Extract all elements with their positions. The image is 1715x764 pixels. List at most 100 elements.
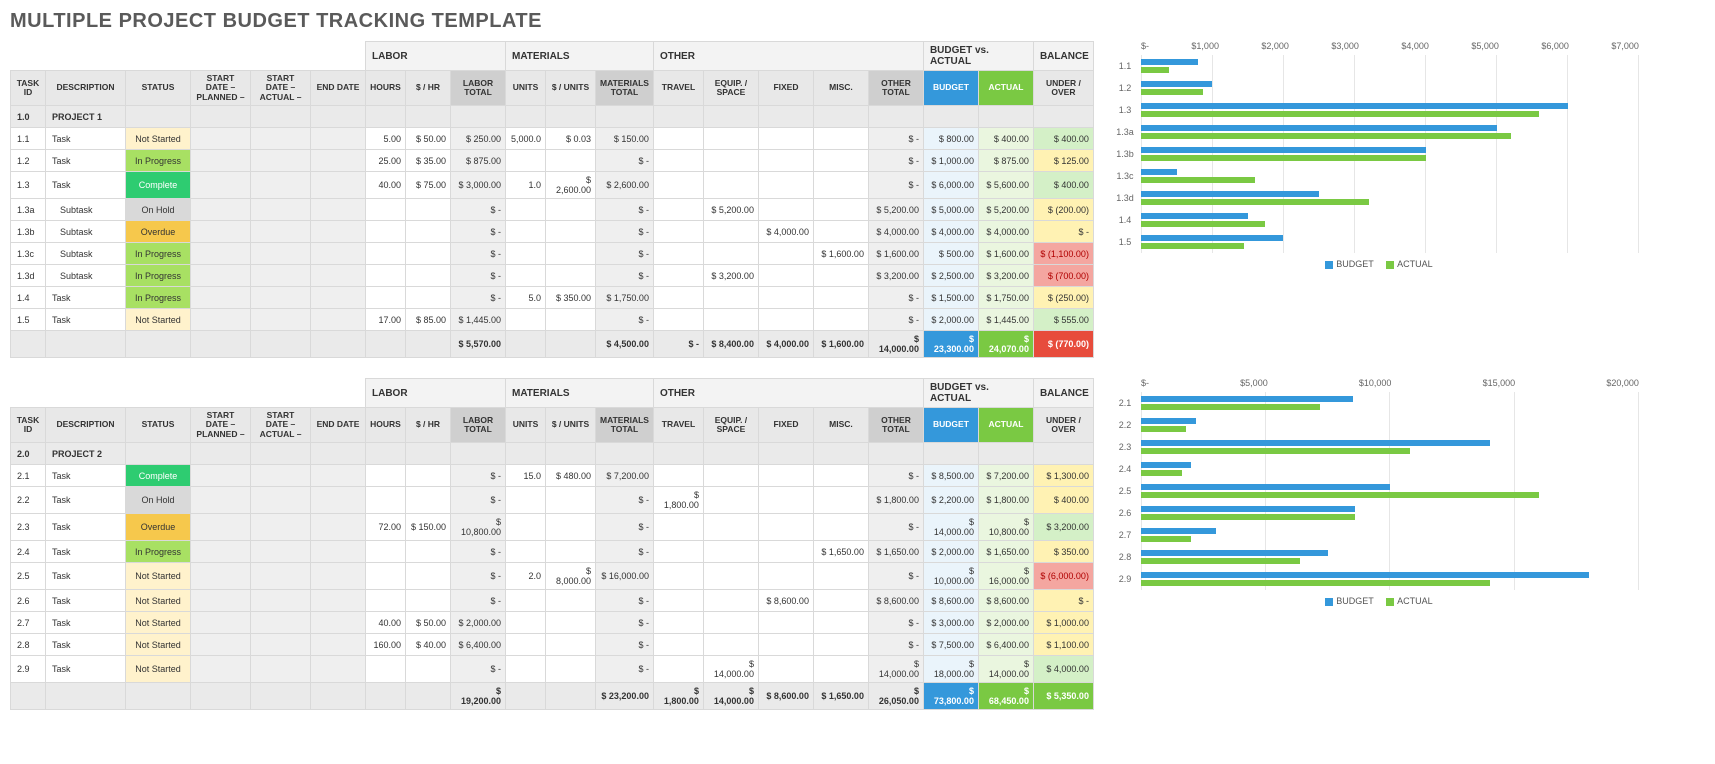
- bar-budget: [1141, 506, 1355, 512]
- col-header: START DATE – ACTUAL –: [251, 408, 311, 443]
- bar-budget: [1141, 528, 1216, 534]
- table-row: 1.2TaskIn Progress25.00$ 35.00$ 875.00$ …: [11, 150, 1094, 172]
- project-table: LABORMATERIALSOTHERBUDGET vs. ACTUALBALA…: [10, 378, 1094, 710]
- col-header: OTHER TOTAL: [868, 71, 923, 106]
- table-row: 1.4TaskIn Progress$ -5.0$ 350.00$ 1,750.…: [11, 287, 1094, 309]
- status-badge: On Hold: [126, 487, 191, 514]
- col-header: TASK ID: [11, 71, 46, 106]
- bar-actual: [1141, 580, 1490, 586]
- col-header: OTHER TOTAL: [868, 408, 923, 443]
- table-row: 2.2TaskOn Hold$ -$ -$ 1,800.00$ 1,800.00…: [11, 487, 1094, 514]
- chart-legend: BUDGET ACTUAL: [1109, 596, 1639, 606]
- chart-row: 2.9: [1109, 568, 1639, 590]
- bar-budget: [1141, 125, 1497, 131]
- chart-row: 1.3: [1109, 99, 1639, 121]
- status-badge: Not Started: [126, 128, 191, 150]
- col-header: ACTUAL: [978, 71, 1033, 106]
- status-badge: In Progress: [126, 243, 191, 265]
- chart-row: 1.4: [1109, 209, 1639, 231]
- budget-actual-chart: $-$1,000$2,000$3,000$4,000$5,000$6,000$7…: [1109, 41, 1639, 269]
- status-badge: Complete: [126, 172, 191, 199]
- bar-budget: [1141, 191, 1319, 197]
- totals-row: $ 19,200.00$ 23,200.00$ 1,800.00$ 14,000…: [11, 683, 1094, 710]
- status-badge: Overdue: [126, 221, 191, 243]
- bar-budget: [1141, 462, 1191, 468]
- status-badge: Not Started: [126, 309, 191, 331]
- bar-budget: [1141, 440, 1490, 446]
- status-badge: In Progress: [126, 150, 191, 172]
- status-badge: Not Started: [126, 590, 191, 612]
- table-row: 2.7TaskNot Started40.00$ 50.00$ 2,000.00…: [11, 612, 1094, 634]
- status-badge: Not Started: [126, 656, 191, 683]
- table-row: 1.1TaskNot Started5.00$ 50.00$ 250.005,0…: [11, 128, 1094, 150]
- status-badge: Overdue: [126, 514, 191, 541]
- chart-row: 1.3a: [1109, 121, 1639, 143]
- chart-row: 1.2: [1109, 77, 1639, 99]
- col-header: ACTUAL: [978, 408, 1033, 443]
- bar-budget: [1141, 418, 1196, 424]
- col-header: MATERIALS TOTAL: [596, 71, 654, 106]
- table-row: 2.1TaskComplete$ -15.0$ 480.00$ 7,200.00…: [11, 465, 1094, 487]
- bar-actual: [1141, 243, 1244, 249]
- col-header: LABOR TOTAL: [451, 408, 506, 443]
- status-badge: In Progress: [126, 541, 191, 563]
- status-badge: Complete: [126, 465, 191, 487]
- status-badge: Not Started: [126, 612, 191, 634]
- col-header: HOURS: [366, 408, 406, 443]
- col-header: STATUS: [126, 71, 191, 106]
- chart-row: 2.5: [1109, 480, 1639, 502]
- col-header: EQUIP. / SPACE: [703, 71, 758, 106]
- bar-budget: [1141, 550, 1328, 556]
- col-header: END DATE: [311, 71, 366, 106]
- col-header: UNITS: [506, 408, 546, 443]
- col-header: UNITS: [506, 71, 546, 106]
- bar-actual: [1141, 470, 1182, 476]
- table-row: 1.3dSubtaskIn Progress$ -$ -$ 3,200.00$ …: [11, 265, 1094, 287]
- col-header: START DATE – PLANNED –: [191, 408, 251, 443]
- col-header: START DATE – PLANNED –: [191, 71, 251, 106]
- chart-legend: BUDGET ACTUAL: [1109, 259, 1639, 269]
- table-row: 2.9TaskNot Started$ -$ -$ 14,000.00$ 14,…: [11, 656, 1094, 683]
- chart-row: 1.3c: [1109, 165, 1639, 187]
- col-header: FIXED: [758, 71, 813, 106]
- totals-row: $ 5,570.00$ 4,500.00$ -$ 8,400.00$ 4,000…: [11, 331, 1094, 358]
- bar-budget: [1141, 235, 1283, 241]
- bar-actual: [1141, 199, 1369, 205]
- table-row: 2.8TaskNot Started160.00$ 40.00$ 6,400.0…: [11, 634, 1094, 656]
- chart-row: 2.6: [1109, 502, 1639, 524]
- bar-actual: [1141, 221, 1266, 227]
- table-row: 2.6TaskNot Started$ -$ -$ 8,600.00$ 8,60…: [11, 590, 1094, 612]
- col-header: UNDER / OVER: [1033, 71, 1093, 106]
- bar-actual: [1141, 404, 1320, 410]
- chart-row: 1.3d: [1109, 187, 1639, 209]
- bar-budget: [1141, 81, 1212, 87]
- col-header: START DATE – ACTUAL –: [251, 71, 311, 106]
- col-header: $ / UNITS: [546, 408, 596, 443]
- col-header: $ / HR: [406, 408, 451, 443]
- col-header: TRAVEL: [653, 408, 703, 443]
- table-row: 2.4TaskIn Progress$ -$ -$ 1,650.00$ 1,65…: [11, 541, 1094, 563]
- col-header: MISC.: [813, 408, 868, 443]
- bar-actual: [1141, 558, 1300, 564]
- col-header: DESCRIPTION: [46, 408, 126, 443]
- budget-actual-chart: $-$5,000$10,000$15,000$20,000 2.1 2.2 2.…: [1109, 378, 1639, 606]
- bar-actual: [1141, 111, 1539, 117]
- bar-budget: [1141, 147, 1426, 153]
- chart-row: 2.1: [1109, 392, 1639, 414]
- chart-row: 2.7: [1109, 524, 1639, 546]
- status-badge: On Hold: [126, 199, 191, 221]
- chart-row: 2.4: [1109, 458, 1639, 480]
- bar-actual: [1141, 133, 1511, 139]
- col-header: FIXED: [758, 408, 813, 443]
- table-row: 1.3TaskComplete40.00$ 75.00$ 3,000.001.0…: [11, 172, 1094, 199]
- bar-actual: [1141, 155, 1426, 161]
- chart-row: 1.3b: [1109, 143, 1639, 165]
- bar-actual: [1141, 448, 1410, 454]
- table-row: 1.3bSubtaskOverdue$ -$ -$ 4,000.00$ 4,00…: [11, 221, 1094, 243]
- col-header: BUDGET: [923, 71, 978, 106]
- chart-row: 2.2: [1109, 414, 1639, 436]
- status-badge: Not Started: [126, 634, 191, 656]
- bar-budget: [1141, 572, 1589, 578]
- bar-actual: [1141, 536, 1191, 542]
- col-header: MATERIALS TOTAL: [596, 408, 654, 443]
